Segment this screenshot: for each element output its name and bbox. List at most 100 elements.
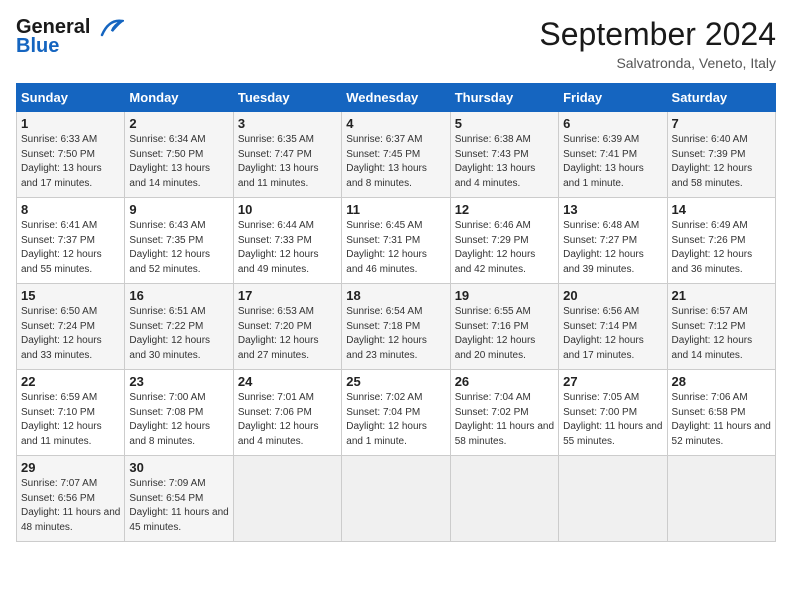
- day-number: 27: [563, 374, 662, 389]
- day-of-week-header: Thursday: [450, 84, 558, 112]
- day-of-week-header: Saturday: [667, 84, 775, 112]
- calendar-day-cell: 5 Sunrise: 6:38 AMSunset: 7:43 PMDayligh…: [450, 112, 558, 198]
- day-info: Sunrise: 6:41 AMSunset: 7:37 PMDaylight:…: [21, 220, 102, 275]
- day-number: 22: [21, 374, 120, 389]
- day-number: 17: [238, 288, 337, 303]
- day-info: Sunrise: 6:59 AMSunset: 7:10 PMDaylight:…: [21, 392, 102, 447]
- day-info: Sunrise: 6:33 AMSunset: 7:50 PMDaylight:…: [21, 134, 102, 189]
- day-number: 12: [455, 202, 554, 217]
- calendar-day-cell: 25 Sunrise: 7:02 AMSunset: 7:04 PMDaylig…: [342, 370, 450, 456]
- calendar-day-cell: [233, 456, 341, 542]
- day-info: Sunrise: 6:57 AMSunset: 7:12 PMDaylight:…: [672, 306, 753, 361]
- day-info: Sunrise: 7:02 AMSunset: 7:04 PMDaylight:…: [346, 392, 427, 447]
- day-number: 13: [563, 202, 662, 217]
- day-number: 10: [238, 202, 337, 217]
- calendar-day-cell: 7 Sunrise: 6:40 AMSunset: 7:39 PMDayligh…: [667, 112, 775, 198]
- day-number: 20: [563, 288, 662, 303]
- day-number: 23: [129, 374, 228, 389]
- calendar-day-cell: 23 Sunrise: 7:00 AMSunset: 7:08 PMDaylig…: [125, 370, 233, 456]
- day-info: Sunrise: 6:51 AMSunset: 7:22 PMDaylight:…: [129, 306, 210, 361]
- day-info: Sunrise: 6:48 AMSunset: 7:27 PMDaylight:…: [563, 220, 644, 275]
- day-info: Sunrise: 6:44 AMSunset: 7:33 PMDaylight:…: [238, 220, 319, 275]
- day-of-week-header: Tuesday: [233, 84, 341, 112]
- calendar-week-row: 8 Sunrise: 6:41 AMSunset: 7:37 PMDayligh…: [17, 198, 776, 284]
- calendar-day-cell: 3 Sunrise: 6:35 AMSunset: 7:47 PMDayligh…: [233, 112, 341, 198]
- calendar-body: 1 Sunrise: 6:33 AMSunset: 7:50 PMDayligh…: [17, 112, 776, 542]
- day-info: Sunrise: 6:56 AMSunset: 7:14 PMDaylight:…: [563, 306, 644, 361]
- calendar-day-cell: [450, 456, 558, 542]
- day-number: 19: [455, 288, 554, 303]
- day-number: 3: [238, 116, 337, 131]
- calendar-day-cell: 1 Sunrise: 6:33 AMSunset: 7:50 PMDayligh…: [17, 112, 125, 198]
- calendar-day-cell: 28 Sunrise: 7:06 AMSunset: 6:58 PMDaylig…: [667, 370, 775, 456]
- day-info: Sunrise: 6:37 AMSunset: 7:45 PMDaylight:…: [346, 134, 427, 189]
- month-title: September 2024: [539, 16, 776, 53]
- calendar-day-cell: 17 Sunrise: 6:53 AMSunset: 7:20 PMDaylig…: [233, 284, 341, 370]
- day-number: 25: [346, 374, 445, 389]
- calendar-day-cell: 30 Sunrise: 7:09 AMSunset: 6:54 PMDaylig…: [125, 456, 233, 542]
- day-info: Sunrise: 6:34 AMSunset: 7:50 PMDaylight:…: [129, 134, 210, 189]
- day-number: 21: [672, 288, 771, 303]
- calendar-day-cell: 20 Sunrise: 6:56 AMSunset: 7:14 PMDaylig…: [559, 284, 667, 370]
- logo-blue: Blue: [16, 35, 59, 58]
- calendar-day-cell: 2 Sunrise: 6:34 AMSunset: 7:50 PMDayligh…: [125, 112, 233, 198]
- day-number: 16: [129, 288, 228, 303]
- calendar-day-cell: [559, 456, 667, 542]
- calendar-day-cell: 21 Sunrise: 6:57 AMSunset: 7:12 PMDaylig…: [667, 284, 775, 370]
- calendar-day-cell: 26 Sunrise: 7:04 AMSunset: 7:02 PMDaylig…: [450, 370, 558, 456]
- day-info: Sunrise: 6:39 AMSunset: 7:41 PMDaylight:…: [563, 134, 644, 189]
- calendar-day-cell: 22 Sunrise: 6:59 AMSunset: 7:10 PMDaylig…: [17, 370, 125, 456]
- day-of-week-header: Monday: [125, 84, 233, 112]
- day-of-week-header: Friday: [559, 84, 667, 112]
- calendar-day-cell: 9 Sunrise: 6:43 AMSunset: 7:35 PMDayligh…: [125, 198, 233, 284]
- day-of-week-header: Wednesday: [342, 84, 450, 112]
- calendar-day-cell: 18 Sunrise: 6:54 AMSunset: 7:18 PMDaylig…: [342, 284, 450, 370]
- calendar-day-cell: [667, 456, 775, 542]
- page-header: General Blue September 2024 Salvatronda,…: [16, 16, 776, 71]
- calendar-day-cell: 12 Sunrise: 6:46 AMSunset: 7:29 PMDaylig…: [450, 198, 558, 284]
- calendar-day-cell: 19 Sunrise: 6:55 AMSunset: 7:16 PMDaylig…: [450, 284, 558, 370]
- day-info: Sunrise: 7:01 AMSunset: 7:06 PMDaylight:…: [238, 392, 319, 447]
- day-info: Sunrise: 6:55 AMSunset: 7:16 PMDaylight:…: [455, 306, 536, 361]
- calendar-day-cell: 13 Sunrise: 6:48 AMSunset: 7:27 PMDaylig…: [559, 198, 667, 284]
- calendar-day-cell: 24 Sunrise: 7:01 AMSunset: 7:06 PMDaylig…: [233, 370, 341, 456]
- calendar-week-row: 29 Sunrise: 7:07 AMSunset: 6:56 PMDaylig…: [17, 456, 776, 542]
- day-number: 5: [455, 116, 554, 131]
- calendar-day-cell: 27 Sunrise: 7:05 AMSunset: 7:00 PMDaylig…: [559, 370, 667, 456]
- calendar-day-cell: 14 Sunrise: 6:49 AMSunset: 7:26 PMDaylig…: [667, 198, 775, 284]
- day-info: Sunrise: 7:06 AMSunset: 6:58 PMDaylight:…: [672, 392, 771, 447]
- day-number: 1: [21, 116, 120, 131]
- day-info: Sunrise: 6:46 AMSunset: 7:29 PMDaylight:…: [455, 220, 536, 275]
- day-number: 26: [455, 374, 554, 389]
- day-info: Sunrise: 7:09 AMSunset: 6:54 PMDaylight:…: [129, 478, 228, 533]
- day-info: Sunrise: 6:35 AMSunset: 7:47 PMDaylight:…: [238, 134, 319, 189]
- calendar-week-row: 15 Sunrise: 6:50 AMSunset: 7:24 PMDaylig…: [17, 284, 776, 370]
- day-number: 2: [129, 116, 228, 131]
- calendar-day-cell: 15 Sunrise: 6:50 AMSunset: 7:24 PMDaylig…: [17, 284, 125, 370]
- day-info: Sunrise: 7:07 AMSunset: 6:56 PMDaylight:…: [21, 478, 120, 533]
- calendar-week-row: 1 Sunrise: 6:33 AMSunset: 7:50 PMDayligh…: [17, 112, 776, 198]
- day-number: 18: [346, 288, 445, 303]
- day-number: 14: [672, 202, 771, 217]
- day-info: Sunrise: 6:49 AMSunset: 7:26 PMDaylight:…: [672, 220, 753, 275]
- day-info: Sunrise: 7:00 AMSunset: 7:08 PMDaylight:…: [129, 392, 210, 447]
- calendar-header-row: SundayMondayTuesdayWednesdayThursdayFrid…: [17, 84, 776, 112]
- day-info: Sunrise: 6:43 AMSunset: 7:35 PMDaylight:…: [129, 220, 210, 275]
- logo: General Blue: [16, 16, 124, 58]
- day-info: Sunrise: 6:40 AMSunset: 7:39 PMDaylight:…: [672, 134, 753, 189]
- day-info: Sunrise: 6:50 AMSunset: 7:24 PMDaylight:…: [21, 306, 102, 361]
- calendar-day-cell: 10 Sunrise: 6:44 AMSunset: 7:33 PMDaylig…: [233, 198, 341, 284]
- day-number: 28: [672, 374, 771, 389]
- day-info: Sunrise: 6:38 AMSunset: 7:43 PMDaylight:…: [455, 134, 536, 189]
- calendar-day-cell: 8 Sunrise: 6:41 AMSunset: 7:37 PMDayligh…: [17, 198, 125, 284]
- day-info: Sunrise: 7:04 AMSunset: 7:02 PMDaylight:…: [455, 392, 554, 447]
- day-info: Sunrise: 6:53 AMSunset: 7:20 PMDaylight:…: [238, 306, 319, 361]
- day-of-week-header: Sunday: [17, 84, 125, 112]
- day-number: 6: [563, 116, 662, 131]
- calendar-day-cell: 16 Sunrise: 6:51 AMSunset: 7:22 PMDaylig…: [125, 284, 233, 370]
- day-number: 8: [21, 202, 120, 217]
- calendar-day-cell: 6 Sunrise: 6:39 AMSunset: 7:41 PMDayligh…: [559, 112, 667, 198]
- day-number: 15: [21, 288, 120, 303]
- day-number: 7: [672, 116, 771, 131]
- day-info: Sunrise: 6:45 AMSunset: 7:31 PMDaylight:…: [346, 220, 427, 275]
